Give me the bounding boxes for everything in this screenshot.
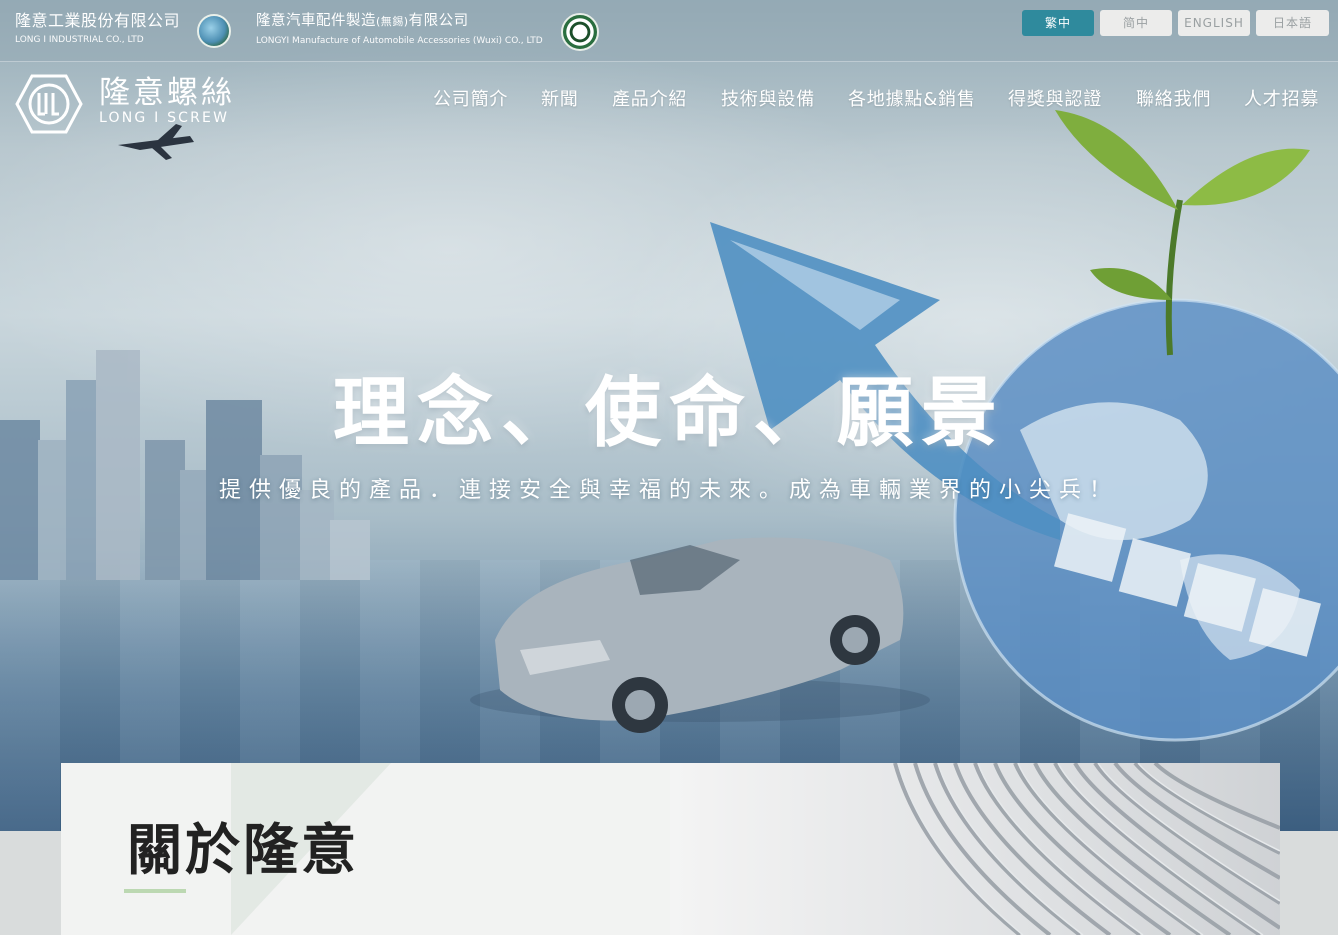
screw-rows-image	[893, 763, 1280, 935]
hero-slogan: 提供優良的產品．連接安全與幸福的未來。成為車輛業界的小尖兵！	[218, 478, 1119, 503]
emblem-logo	[561, 13, 599, 51]
screws-photo	[670, 763, 1280, 935]
about-panel: 關於隆意	[61, 763, 670, 935]
lang-english-button[interactable]: ENGLISH	[1178, 10, 1250, 36]
company-name-main: 隆意汽車配件製造	[256, 13, 376, 29]
hero-title: 理念、使命、願景	[333, 368, 1005, 457]
nav-item-products[interactable]: 產品介紹	[612, 87, 687, 113]
company-name-tail: 有限公司	[408, 13, 469, 29]
nav-item-about[interactable]: 公司簡介	[433, 87, 508, 113]
company-name: 隆意汽車配件製造(無錫)有限公司	[256, 11, 543, 32]
sprout-image	[1055, 110, 1310, 356]
lang-traditional-chinese-button[interactable]: 繁中	[1022, 10, 1094, 36]
about-title: 關於隆意	[127, 818, 360, 882]
nav-item-technology[interactable]: 技術與設備	[721, 87, 815, 113]
top-strip: 隆意工業股份有限公司 LONG I INDUSTRIAL CO., LTD 隆意…	[0, 0, 1338, 62]
lang-simplified-chinese-button[interactable]: 简中	[1100, 10, 1172, 36]
title-underline	[124, 889, 186, 893]
nav-item-locations[interactable]: 各地據點&銷售	[848, 87, 976, 113]
company-wuxi[interactable]: 隆意汽車配件製造(無錫)有限公司 LONGYI Manufacture of A…	[256, 11, 543, 48]
company-name-en: LONG I INDUSTRIAL CO., LTD	[15, 35, 144, 45]
company-name-paren: (無錫)	[376, 15, 409, 28]
company-name-en: LONGYI Manufacture of Automobile Accesso…	[256, 36, 543, 46]
certification-logo	[197, 14, 231, 48]
nav-item-careers[interactable]: 人才招募	[1244, 87, 1319, 113]
lang-japanese-button[interactable]: 日本語	[1256, 10, 1329, 36]
company-taiwan[interactable]: 隆意工業股份有限公司 LONG I INDUSTRIAL CO., LTD	[15, 11, 180, 47]
language-switcher: 繁中 简中 ENGLISH 日本語	[1022, 10, 1329, 36]
nav-item-news[interactable]: 新聞	[541, 87, 579, 113]
company-name: 隆意工業股份有限公司	[15, 11, 181, 30]
nav-item-contact[interactable]: 聯絡我們	[1136, 87, 1211, 113]
main-nav: 公司簡介 新聞 產品介紹 技術與設備 各地據點&銷售 得獎與認證 聯絡我們 人才…	[0, 87, 1338, 113]
nav-item-awards[interactable]: 得獎與認證	[1008, 87, 1102, 113]
